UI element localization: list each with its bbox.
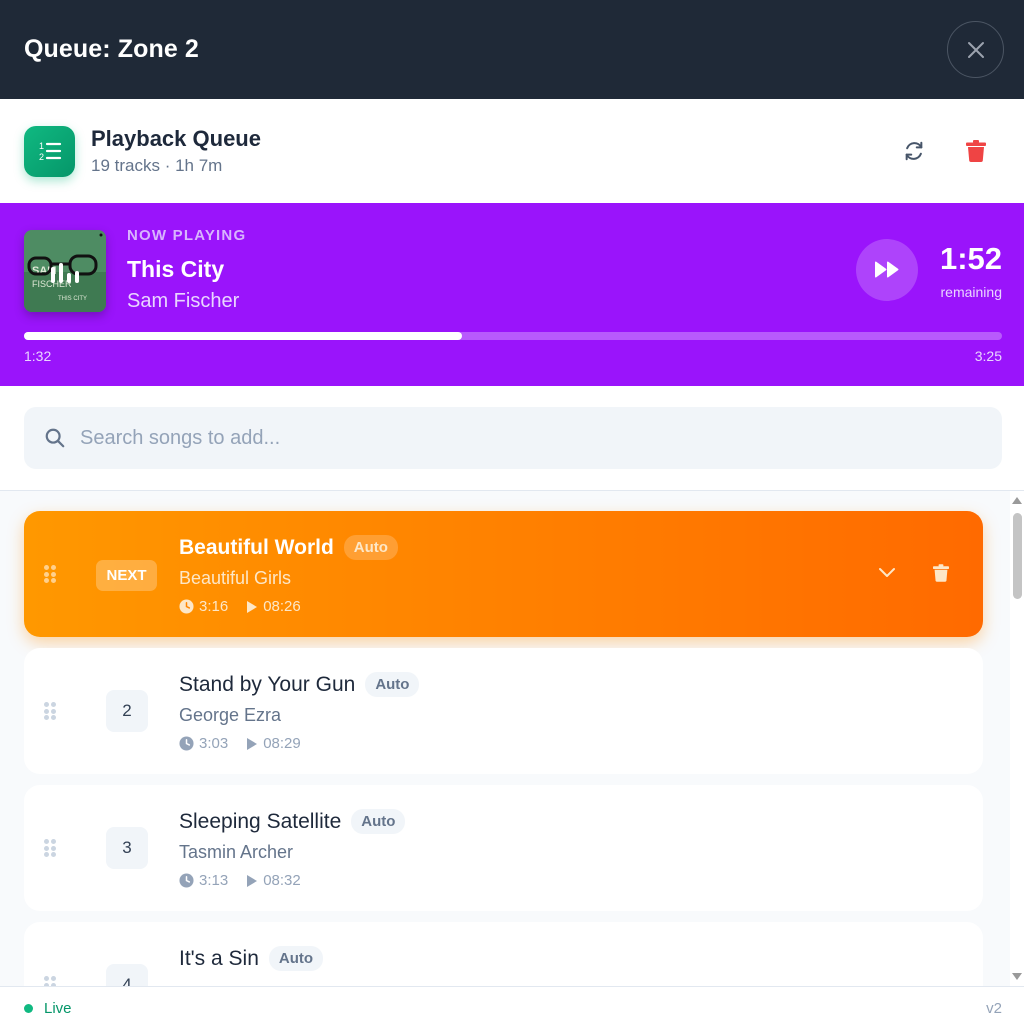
drag-handle-icon[interactable] [44, 565, 58, 583]
auto-tag: Auto [365, 672, 420, 697]
search-input[interactable] [80, 426, 960, 450]
track-title: Stand by Your Gun [179, 672, 356, 696]
queue-summary: 19 tracks · 1h 7m [91, 156, 223, 175]
position-badge: 2 [106, 690, 148, 732]
track-duration: 3:03 [199, 735, 229, 752]
play-icon [247, 737, 258, 750]
queue-item[interactable]: 4 It's a Sin Auto [24, 922, 983, 986]
search-section [0, 386, 1024, 491]
refresh-button[interactable] [898, 135, 930, 167]
now-playing-title: This City [127, 256, 225, 282]
search-icon [45, 428, 65, 448]
track-title: It's a Sin [179, 946, 259, 970]
remaining-time: 1:52 [939, 241, 1002, 276]
queue-list: NEXT Beautiful World Auto Beautiful Girl… [0, 491, 1010, 986]
drag-handle-icon[interactable] [44, 702, 58, 720]
numbered-list-icon: 1 2 [39, 141, 61, 162]
queue-item-next[interactable]: NEXT Beautiful World Auto Beautiful Girl… [24, 511, 983, 637]
auto-tag: Auto [351, 809, 406, 834]
now-playing-artist: Sam Fischer [127, 290, 240, 312]
position-badge: 4 [106, 964, 148, 986]
top-bar: Queue: Zone 2 [0, 0, 1024, 99]
svg-text:2: 2 [39, 152, 44, 162]
drag-handle-icon[interactable] [44, 839, 58, 857]
progress-fill [24, 332, 463, 340]
auto-tag: Auto [268, 946, 324, 971]
queue-item[interactable]: 3 Sleeping Satellite Auto Tasmin Archer … [24, 785, 983, 911]
play-icon [247, 874, 258, 887]
auto-tag: Auto [343, 535, 398, 560]
queue-item[interactable]: 2 Stand by Your Gun Auto George Ezra 3:0… [24, 648, 983, 774]
remove-track-button[interactable] [931, 563, 951, 583]
chevron-down-icon [879, 568, 895, 577]
queue-scrollbar[interactable] [1010, 491, 1024, 986]
remaining-label: remaining [940, 284, 1002, 300]
close-button[interactable] [947, 21, 1004, 78]
queue-header: 1 2 Playback Queue 19 tracks · 1h 7m [0, 99, 1024, 203]
track-artist: George Ezra [179, 705, 282, 725]
live-status: Live [44, 999, 72, 1017]
now-playing-panel: SAM FISCHER THIS CITY NOW PLAYING This C… [0, 203, 1024, 386]
drag-handle-icon[interactable] [44, 976, 58, 986]
track-artist: Beautiful Girls [179, 568, 292, 588]
track-start-time: 08:32 [263, 872, 301, 889]
status-footer: Live v2 [0, 986, 1024, 1029]
svg-text:THIS CITY: THIS CITY [58, 296, 87, 302]
clear-queue-button[interactable] [960, 135, 992, 167]
scroll-down-arrow[interactable] [1012, 973, 1022, 980]
track-start-time: 08:26 [263, 598, 301, 615]
position-badge: 3 [106, 827, 148, 869]
close-icon [967, 41, 984, 58]
search-box [24, 407, 1002, 469]
track-title: Beautiful World [179, 535, 334, 559]
album-art: SAM FISCHER THIS CITY [24, 230, 106, 312]
position-badge: NEXT [96, 560, 157, 591]
version-label: v2 [986, 999, 1002, 1017]
clock-icon [179, 599, 194, 614]
queue-icon-tile: 1 2 [24, 125, 75, 177]
svg-text:1: 1 [39, 141, 44, 151]
track-duration: 3:16 [199, 598, 229, 615]
total-time: 3:25 [974, 348, 1002, 364]
queue-title: Playback Queue [91, 126, 261, 151]
play-icon [247, 600, 258, 613]
scrollbar-thumb[interactable] [1013, 513, 1022, 599]
playing-indicator-icon [51, 263, 79, 283]
trash-icon [933, 564, 949, 582]
clock-icon [179, 736, 194, 751]
scroll-up-arrow[interactable] [1012, 497, 1022, 504]
skip-button[interactable] [856, 239, 918, 301]
progress-bar[interactable] [24, 332, 1002, 340]
track-start-time: 08:29 [263, 735, 301, 752]
elapsed-time: 1:32 [24, 348, 52, 364]
expand-button[interactable] [877, 563, 897, 583]
trash-icon [966, 140, 986, 162]
live-indicator-icon [24, 1003, 33, 1013]
clock-icon [179, 873, 194, 888]
track-title: Sleeping Satellite [179, 809, 342, 833]
window-title: Queue: Zone 2 [24, 35, 199, 63]
now-playing-label: NOW PLAYING [127, 227, 247, 244]
refresh-icon [905, 141, 923, 161]
track-artist: Tasmin Archer [179, 842, 294, 862]
track-duration: 3:13 [199, 872, 229, 889]
fast-forward-icon [875, 261, 899, 278]
